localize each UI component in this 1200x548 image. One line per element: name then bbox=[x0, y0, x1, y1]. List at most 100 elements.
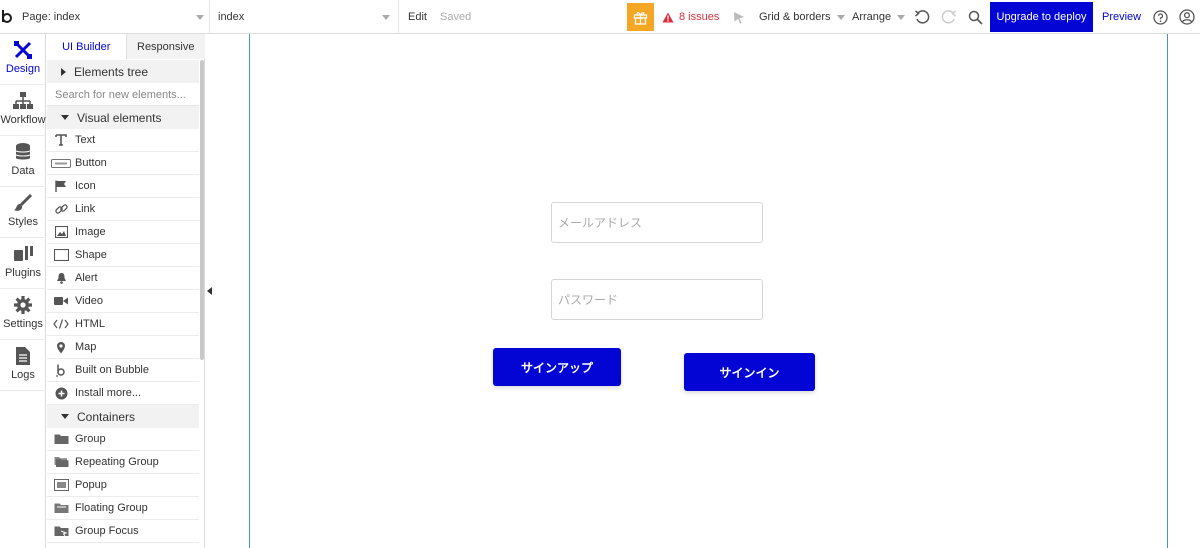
shape-icon bbox=[47, 244, 75, 267]
brush-icon bbox=[14, 193, 33, 211]
palette-item-video[interactable]: Video bbox=[47, 290, 199, 313]
help-icon[interactable] bbox=[1153, 0, 1168, 34]
elements-tree-toggle[interactable]: Elements tree bbox=[47, 60, 199, 83]
palette-item-icon[interactable]: Icon bbox=[47, 175, 199, 198]
edit-label[interactable]: Edit bbox=[408, 0, 427, 34]
upgrade-button[interactable]: Upgrade to deploy bbox=[990, 2, 1093, 32]
palette-item-repeating-group[interactable]: Repeating Group bbox=[47, 451, 199, 474]
gear-icon bbox=[14, 296, 32, 314]
folder-icon bbox=[47, 428, 75, 451]
password-field[interactable] bbox=[551, 279, 763, 320]
rail-item-styles[interactable]: Styles bbox=[0, 187, 46, 238]
visual-elements-header[interactable]: Visual elements bbox=[47, 106, 199, 129]
arrange-label: Arrange bbox=[852, 11, 892, 23]
element-search-input[interactable] bbox=[47, 84, 199, 106]
palette-item-label: Text bbox=[75, 134, 96, 146]
rail-item-logs[interactable]: Logs bbox=[0, 340, 46, 391]
rail-item-design[interactable]: Design bbox=[0, 34, 46, 85]
palette-item-label: Link bbox=[75, 203, 96, 215]
palette-item-map[interactable]: Map bbox=[47, 336, 199, 359]
account-icon[interactable] bbox=[1179, 0, 1195, 34]
visual-elements-label: Visual elements bbox=[77, 110, 162, 125]
palette-item-image[interactable]: Image bbox=[47, 221, 199, 244]
group-focus-icon bbox=[47, 520, 75, 543]
palette-item-shape[interactable]: Shape bbox=[47, 244, 199, 267]
page-selector[interactable]: Page: index bbox=[16, 0, 210, 34]
tab-responsive[interactable]: Responsive bbox=[126, 34, 205, 59]
rail-label: Logs bbox=[11, 369, 35, 381]
palette-item-group-focus[interactable]: Group Focus bbox=[47, 520, 199, 543]
repeating-group-icon bbox=[47, 451, 75, 474]
view-selector[interactable]: index bbox=[210, 0, 399, 34]
collapse-panel-icon[interactable] bbox=[207, 287, 212, 295]
rail-item-workflow[interactable]: Workflow bbox=[0, 85, 46, 136]
editor-canvas[interactable]: サインアップ サインイン bbox=[217, 34, 1200, 548]
undo-icon[interactable] bbox=[914, 0, 930, 34]
palette-item-group[interactable]: Group bbox=[47, 428, 199, 451]
palette-item-label: Install more... bbox=[75, 387, 142, 399]
top-bar: Page: index index Edit Saved 8 issues Gr… bbox=[0, 0, 1200, 34]
bubble-logo-icon[interactable] bbox=[0, 0, 16, 34]
saved-status: Saved bbox=[440, 11, 472, 23]
palette-item-floating-group[interactable]: Floating Group bbox=[47, 497, 199, 520]
rail-label: Design bbox=[5, 63, 41, 75]
image-icon bbox=[47, 221, 75, 244]
containers-header[interactable]: Containers bbox=[47, 405, 199, 428]
palette-item-link[interactable]: Link bbox=[47, 198, 199, 221]
signup-button[interactable]: サインアップ bbox=[493, 348, 621, 386]
palette-item-label: Map bbox=[75, 341, 97, 353]
palette-item-install-more[interactable]: Install more... bbox=[47, 382, 199, 405]
rail-item-settings[interactable]: Settings bbox=[0, 289, 46, 340]
palette-scrollbar[interactable] bbox=[200, 60, 204, 360]
palette-item-button[interactable]: Button bbox=[47, 152, 199, 175]
palette-item-alert[interactable]: Alert bbox=[47, 267, 199, 290]
palette-item-built-on-bubble[interactable]: Built on Bubble bbox=[47, 359, 199, 382]
grid-borders-menu[interactable]: Grid & borders bbox=[759, 0, 845, 34]
palette-item-label: Alert bbox=[75, 272, 98, 284]
gift-icon[interactable] bbox=[627, 3, 654, 31]
rail-label: Data bbox=[11, 165, 35, 177]
preview-link[interactable]: Preview bbox=[1102, 0, 1141, 34]
palette-item-label: Shape bbox=[75, 249, 107, 261]
design-icon bbox=[14, 41, 32, 59]
search-icon[interactable] bbox=[968, 0, 983, 34]
caret-down-icon bbox=[61, 414, 69, 419]
left-rail: Design Workflow Data Styles Plugins Sett… bbox=[0, 34, 46, 548]
element-palette: UI Builder Responsive Elements tree Visu… bbox=[47, 34, 205, 548]
code-icon bbox=[47, 313, 75, 336]
arrange-menu[interactable]: Arrange bbox=[852, 0, 906, 34]
palette-item-label: Video bbox=[75, 295, 103, 307]
plug-icon bbox=[14, 246, 33, 261]
cursor-icon[interactable] bbox=[733, 0, 745, 34]
chevron-down-icon bbox=[382, 15, 390, 20]
rail-item-data[interactable]: Data bbox=[0, 136, 46, 187]
caret-down-icon bbox=[61, 115, 69, 120]
grid-borders-label: Grid & borders bbox=[759, 11, 831, 23]
palette-item-html[interactable]: HTML bbox=[47, 313, 199, 336]
button-icon bbox=[47, 152, 75, 175]
page-selector-label: Page: index bbox=[22, 11, 81, 23]
rail-item-plugins[interactable]: Plugins bbox=[0, 238, 46, 289]
email-field[interactable] bbox=[551, 202, 763, 243]
database-icon bbox=[15, 143, 31, 160]
palette-item-label: Group bbox=[75, 433, 106, 445]
palette-item-label: Repeating Group bbox=[75, 456, 159, 468]
bubble-logo-icon bbox=[47, 359, 75, 382]
floating-group-icon bbox=[47, 497, 75, 520]
caret-right-icon bbox=[61, 67, 66, 76]
palette-item-popup[interactable]: Popup bbox=[47, 474, 199, 497]
palette-item-label: HTML bbox=[75, 318, 105, 330]
signin-button[interactable]: サインイン bbox=[684, 353, 815, 391]
palette-item-text[interactable]: Text bbox=[47, 129, 199, 152]
issues-indicator[interactable]: 8 issues bbox=[662, 0, 719, 34]
elements-tree-label: Elements tree bbox=[74, 64, 149, 79]
popup-icon bbox=[47, 474, 75, 497]
video-icon bbox=[47, 290, 75, 313]
chevron-down-icon bbox=[836, 14, 845, 20]
chevron-down-icon bbox=[196, 15, 204, 20]
tab-ui-builder[interactable]: UI Builder bbox=[47, 34, 127, 59]
redo-icon[interactable] bbox=[941, 0, 957, 34]
workflow-icon bbox=[13, 92, 33, 109]
bell-icon bbox=[47, 267, 75, 290]
plus-circle-icon bbox=[47, 382, 75, 405]
